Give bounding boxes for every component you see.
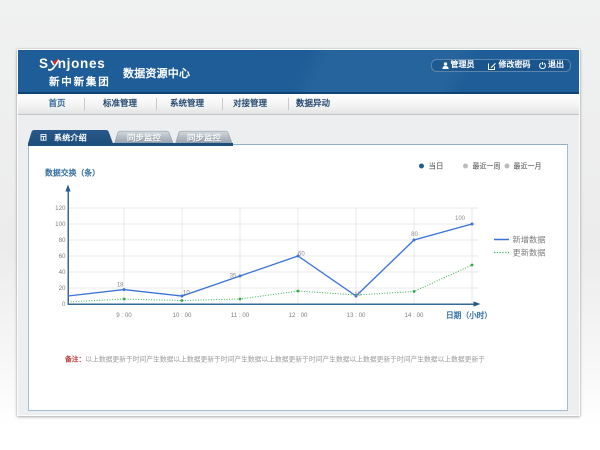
svg-text:14 : 00: 14 : 00 bbox=[405, 312, 424, 319]
svg-text:备注：以上数据更新于时间产生数据以上数据更新于时间产生数据以: 备注：以上数据更新于时间产生数据以上数据更新于时间产生数据以上数据更新于时间产生… bbox=[64, 355, 485, 364]
svg-text:最近一周: 最近一周 bbox=[473, 161, 501, 171]
svg-text:系统介绍: 系统介绍 bbox=[54, 133, 87, 143]
svg-text:80: 80 bbox=[411, 232, 418, 238]
svg-text:12 : 00: 12 : 00 bbox=[289, 312, 308, 319]
svg-text:60: 60 bbox=[59, 253, 66, 260]
svg-text:数据交换（条）: 数据交换（条） bbox=[45, 168, 100, 178]
svg-text:日期（小时）: 日期（小时） bbox=[446, 310, 492, 320]
svg-text:新增数据: 新增数据 bbox=[513, 234, 546, 244]
svg-text:0: 0 bbox=[62, 301, 66, 308]
svg-text:11 : 00: 11 : 00 bbox=[231, 312, 250, 319]
svg-text:10 : 00: 10 : 00 bbox=[173, 312, 192, 319]
svg-text:最近一月: 最近一月 bbox=[514, 161, 542, 171]
svg-text:9 : 00: 9 : 00 bbox=[116, 312, 132, 319]
svg-text:同步监控: 同步监控 bbox=[187, 133, 221, 143]
svg-text:100: 100 bbox=[455, 216, 466, 222]
svg-text:40: 40 bbox=[59, 269, 66, 276]
svg-text:当日: 当日 bbox=[429, 161, 444, 171]
svg-text:60: 60 bbox=[298, 252, 305, 258]
svg-text:10: 10 bbox=[354, 292, 361, 298]
svg-text:20: 20 bbox=[59, 285, 66, 292]
svg-text:更新数据: 更新数据 bbox=[513, 247, 546, 257]
svg-text:80: 80 bbox=[59, 237, 66, 244]
svg-text:100: 100 bbox=[55, 221, 66, 228]
svg-text:13 : 00: 13 : 00 bbox=[347, 312, 366, 319]
svg-text:35: 35 bbox=[230, 274, 237, 280]
svg-text:18: 18 bbox=[117, 283, 124, 289]
svg-text:10: 10 bbox=[183, 290, 190, 296]
svg-text:同步监控: 同步监控 bbox=[127, 133, 161, 143]
svg-text:120: 120 bbox=[55, 205, 66, 212]
